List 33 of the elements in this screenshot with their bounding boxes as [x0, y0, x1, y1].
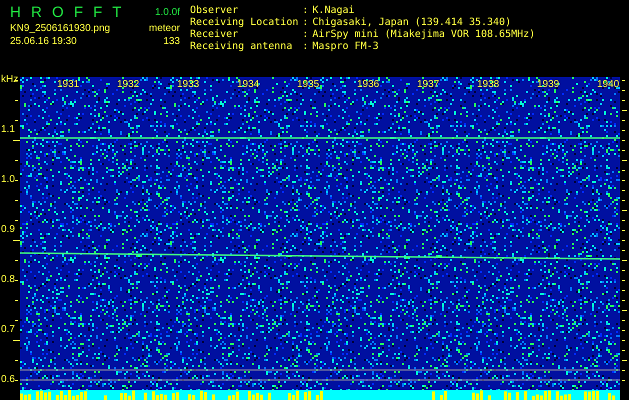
info-colon: : [302, 5, 308, 17]
info-label: Receiving Location [190, 17, 298, 29]
time-label: 1939 [536, 79, 560, 91]
unit-label: kHz [1, 74, 18, 86]
info-value: Chigasaki, Japan (139.414 35.340) [312, 17, 512, 29]
frequency-label: 0.7 [1, 324, 15, 336]
time-label: 1931 [56, 79, 80, 91]
time-label: 1935 [296, 79, 320, 91]
info-colon: : [302, 17, 308, 29]
time-label: 1934 [236, 79, 260, 91]
date-time: 25.06.16 19:30 [10, 36, 78, 47]
version-label: 1.0.0f [154, 7, 180, 18]
frequency-label: 0.6 [1, 374, 15, 386]
info-label: Receiving antenna [190, 41, 294, 53]
file-name: KN9_2506161930.png [10, 23, 112, 34]
time-label: 1938 [476, 79, 500, 91]
frequency-label: 0.9 [1, 224, 15, 236]
time-label: 1933 [176, 79, 200, 91]
count-label: meteor [148, 23, 180, 34]
time-label: 1940 [596, 79, 620, 91]
frequency-label: 0.8 [1, 274, 15, 286]
info-label: Observer [190, 5, 240, 17]
frequency-label: 1.1 [1, 124, 15, 136]
info-value: AirSpy mini (Miakejima VOR 108.65MHz) [312, 29, 536, 41]
meteor-count: 133 [162, 36, 180, 47]
info-value: K.Nagai [312, 5, 356, 17]
info-colon: : [302, 41, 308, 53]
frequency-label: 1.0 [1, 174, 15, 186]
app-title: H R O F F T [10, 4, 126, 21]
time-label: 1936 [356, 79, 380, 91]
info-colon: : [302, 29, 308, 41]
info-label: Receiver [190, 29, 240, 41]
info-value: Maspro FM-3 [312, 41, 380, 53]
